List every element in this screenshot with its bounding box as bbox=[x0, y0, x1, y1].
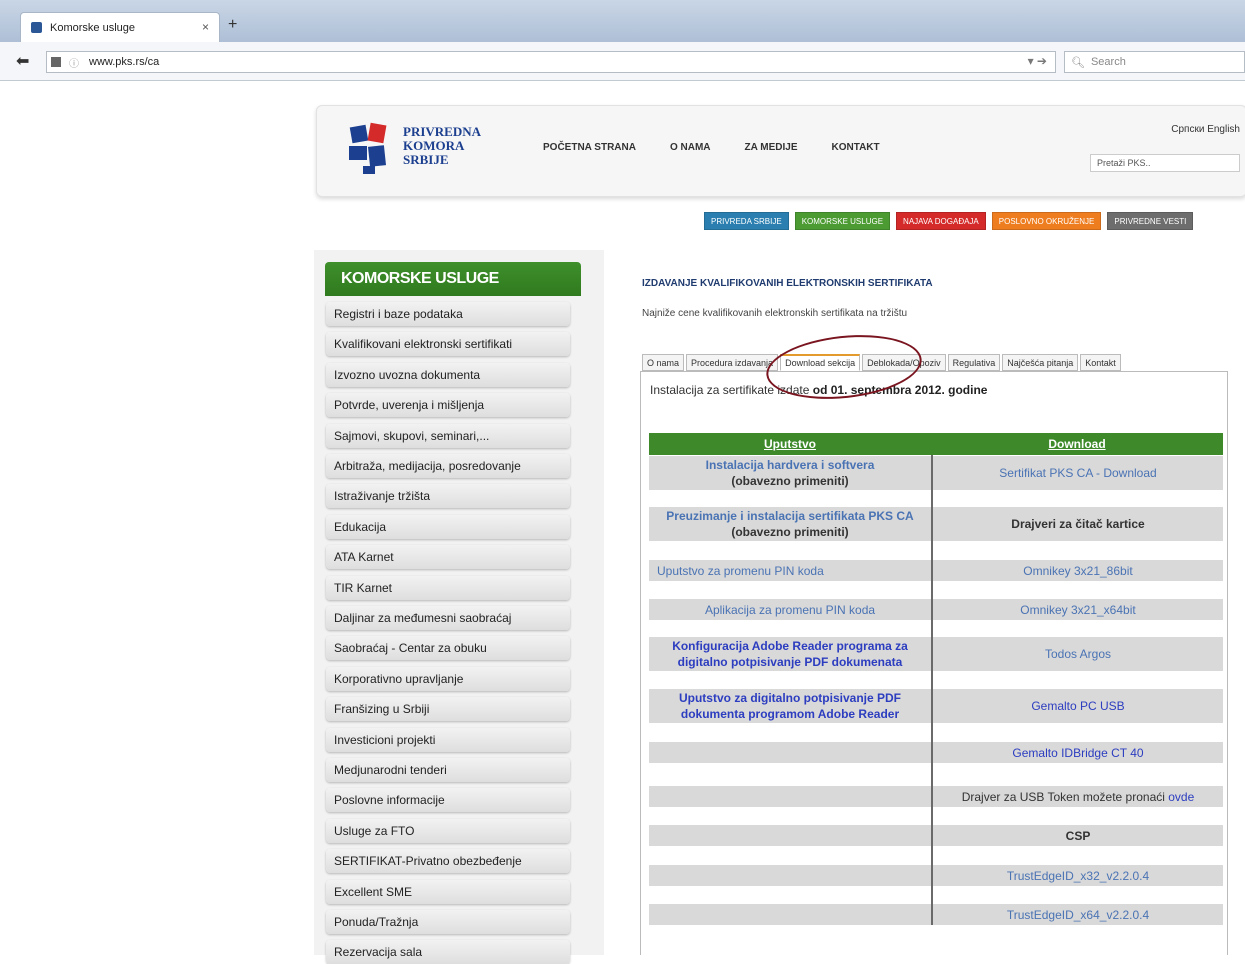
browser-tab-bar: Komorske usluge × + bbox=[0, 0, 1245, 42]
table-row-right[interactable]: TrustEdgeID_x64_v2.2.0.4 bbox=[933, 904, 1223, 925]
table-row-left bbox=[649, 786, 931, 807]
table-row-left[interactable]: Aplikacija za promenu PIN koda bbox=[649, 599, 931, 620]
nav-about[interactable]: O NAMA bbox=[670, 142, 711, 153]
section-tab-privreda[interactable]: PRIVREDA SRBIJE bbox=[704, 212, 789, 230]
table-row-left bbox=[649, 825, 931, 846]
browser-tab[interactable]: Komorske usluge × bbox=[20, 12, 220, 42]
page-subtitle: Najniže cene kvalifikovanih elektronskih… bbox=[642, 308, 908, 319]
sidebar-item[interactable]: Arbitraža, medijacija, posredovanje bbox=[326, 454, 570, 478]
section-tab-najava[interactable]: NAJAVA DOGAĐAJA bbox=[896, 212, 986, 230]
logo-line-3: SRBIJE bbox=[403, 152, 449, 167]
table-row-left[interactable]: Preuzimanje i instalacija sertifikata PK… bbox=[649, 507, 931, 541]
section-tab-okruzenje[interactable]: POSLOVNO OKRUŽENJE bbox=[991, 212, 1102, 230]
sidebar-item[interactable]: Sajmovi, skupovi, seminari,... bbox=[326, 423, 570, 448]
tab-kontakt[interactable]: Kontakt bbox=[1080, 354, 1121, 371]
sidebar-item[interactable]: Usluge za FTO bbox=[326, 818, 570, 843]
table-row-left[interactable]: Uputstvo za promenu PIN koda bbox=[649, 560, 931, 581]
section-tab-usluge[interactable]: KOMORSKE USLUGE bbox=[794, 212, 891, 230]
tab-pitanja[interactable]: Najčešća pitanja bbox=[1002, 354, 1079, 371]
sidebar-item[interactable]: Potvrde, uverenja i mišljenja bbox=[326, 393, 570, 418]
search-icon: 🔍︎ bbox=[1071, 56, 1085, 69]
sidebar-item[interactable]: Investicioni projekti bbox=[326, 727, 570, 752]
sidebar-item[interactable]: Daljinar za međumesni saobraćaj bbox=[326, 606, 570, 630]
tab-regulativa[interactable]: Regulativa bbox=[947, 354, 1001, 371]
new-tab-icon[interactable]: + bbox=[228, 16, 237, 34]
sidebar-item[interactable]: Medjunarodni tenderi bbox=[326, 758, 570, 782]
table-row-left[interactable]: Instalacija hardvera i softvera (obavezn… bbox=[649, 456, 931, 490]
usb-token-link[interactable]: ovde bbox=[1168, 789, 1194, 805]
section-color-tabs: PRIVREDA SRBIJE KOMORSKE USLUGE NAJAVA D… bbox=[704, 212, 1194, 230]
top-navigation: POČETNA STRANA O NAMA ZA MEDIJE KONTAKT bbox=[543, 142, 880, 153]
row-left-note: (obavezno primeniti) bbox=[731, 525, 849, 539]
site-search-input[interactable]: Pretaži PKS.. bbox=[1090, 154, 1240, 172]
sidebar-item[interactable]: SERTIFIKAT-Privatno obezbeđenje bbox=[326, 849, 570, 874]
header-download[interactable]: Download bbox=[931, 433, 1223, 455]
table-row-right: Drajveri za čitač kartice bbox=[933, 507, 1223, 541]
table-row-left bbox=[649, 865, 931, 886]
sidebar-item[interactable]: Poslovne informacije bbox=[326, 788, 570, 813]
pks-logo[interactable]: PRIVREDNA KOMORA SRBIJE bbox=[347, 120, 487, 180]
logo-text: PRIVREDNA KOMORA SRBIJE bbox=[403, 125, 481, 167]
table-row-left bbox=[649, 904, 931, 925]
row-left-note: (obavezno primeniti) bbox=[731, 474, 849, 488]
tab-o-nama[interactable]: O nama bbox=[642, 354, 685, 371]
table-row-left bbox=[649, 742, 931, 763]
sidebar-title: KOMORSKE USLUGE bbox=[325, 262, 581, 296]
header-uputstvo[interactable]: Uputstvo bbox=[649, 433, 931, 455]
favicon-icon bbox=[31, 22, 42, 33]
browser-nav-bar: ⬅ ⓘ www.pks.rs/ca ▾ ➔ 🔍︎ Search bbox=[0, 42, 1245, 81]
logo-line-1: PRIVREDNA bbox=[403, 124, 481, 139]
row-left-link[interactable]: Instalacija hardvera i softvera bbox=[706, 457, 875, 473]
sidebar-item[interactable]: TIR Karnet bbox=[326, 575, 570, 600]
sidebar-item[interactable]: Saobraćaj - Centar za obuku bbox=[326, 636, 570, 661]
nav-contact[interactable]: KONTAKT bbox=[832, 142, 880, 153]
table-row-left[interactable]: Uputstvo za digitalno potpisivanje PDF d… bbox=[649, 689, 931, 723]
table-row-right[interactable]: Sertifikat PKS CA - Download bbox=[933, 456, 1223, 490]
nav-home[interactable]: POČETNA STRANA bbox=[543, 142, 636, 153]
sidebar-item[interactable]: ATA Karnet bbox=[326, 545, 570, 570]
pks-logo-mark bbox=[349, 122, 387, 174]
search-placeholder: Search bbox=[1090, 56, 1126, 68]
sidebar-item[interactable]: Izvozno uvozna dokumenta bbox=[326, 362, 570, 387]
table-row-left[interactable]: Konfiguracija Adobe Reader programa za d… bbox=[649, 637, 931, 671]
row-left-link[interactable]: Preuzimanje i instalacija sertifikata PK… bbox=[666, 508, 913, 524]
back-arrow-icon[interactable]: ⬅ bbox=[16, 51, 36, 71]
sidebar-item[interactable]: Registri i baze podataka bbox=[326, 302, 570, 326]
table-row-right[interactable]: Gemalto PC USB bbox=[933, 689, 1223, 723]
site-header: PRIVREDNA KOMORA SRBIJE POČETNA STRANA O… bbox=[316, 105, 1245, 197]
table-row-right: CSP bbox=[933, 825, 1223, 846]
sidebar-item[interactable]: Kvalifikovani elektronski sertifikati bbox=[326, 332, 570, 357]
sidebar-item[interactable]: Edukacija bbox=[326, 514, 570, 539]
table-row-right[interactable]: Omnikey 3x21_x64bit bbox=[933, 599, 1223, 620]
grid-icon bbox=[51, 57, 61, 67]
close-icon[interactable]: × bbox=[202, 20, 209, 34]
url-text: www.pks.rs/ca bbox=[89, 56, 160, 68]
table-row-right[interactable]: TrustEdgeID_x32_v2.2.0.4 bbox=[933, 865, 1223, 886]
tab-procedura[interactable]: Procedura izdavanja bbox=[686, 354, 779, 371]
table-row-right[interactable]: Omnikey 3x21_86bit bbox=[933, 560, 1223, 581]
sidebar-item[interactable]: Rezervacija sala bbox=[326, 940, 570, 964]
table-row-right[interactable]: Todos Argos bbox=[933, 637, 1223, 671]
sidebar-item[interactable]: Franšizing u Srbiji bbox=[326, 697, 570, 722]
sidebar-item[interactable]: Excellent SME bbox=[326, 879, 570, 904]
tab-title: Komorske usluge bbox=[50, 21, 135, 34]
table-row-right: Drajver za USB Token možete pronaći ovde bbox=[933, 786, 1223, 807]
browser-search-input[interactable]: 🔍︎ Search bbox=[1064, 51, 1245, 73]
table-row-right[interactable]: Gemalto IDBridge CT 40 bbox=[933, 742, 1223, 763]
table-header: Uputstvo Download bbox=[649, 433, 1223, 455]
info-icon: ⓘ bbox=[69, 58, 79, 70]
sidebar-item[interactable]: Istraživanje tržišta bbox=[326, 484, 570, 509]
logo-line-2: KOMORA bbox=[403, 138, 465, 153]
language-switcher[interactable]: Српски English bbox=[1171, 124, 1240, 135]
sidebar-item[interactable]: Korporativno upravljanje bbox=[326, 666, 570, 691]
page-title: IZDAVANJE KVALIFIKOVANIH ELEKTRONSKIH SE… bbox=[642, 278, 933, 289]
usb-token-text: Drajver za USB Token možete pronaći bbox=[961, 789, 1165, 804]
sidebar-item[interactable]: Ponuda/Tražnja bbox=[326, 910, 570, 934]
address-bar[interactable]: ⓘ www.pks.rs/ca ▾ ➔ bbox=[46, 51, 1056, 73]
nav-media[interactable]: ZA MEDIJE bbox=[745, 142, 798, 153]
go-arrow-icon[interactable]: ▾ ➔ bbox=[1028, 54, 1047, 68]
section-tab-vesti[interactable]: PRIVREDNE VESTI bbox=[1107, 212, 1194, 230]
